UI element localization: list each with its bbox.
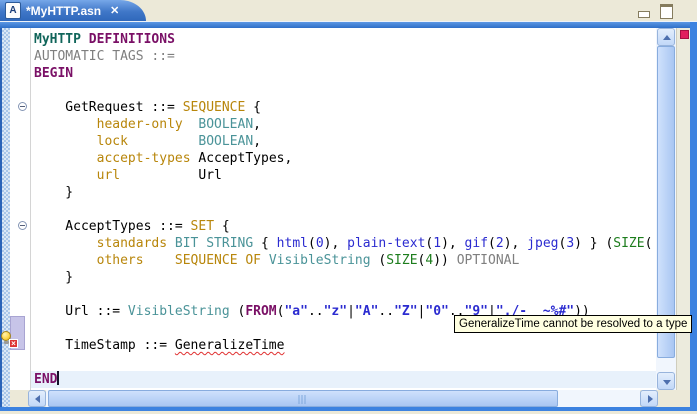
code-line: url Url <box>96 168 222 183</box>
code-line: accept-types AcceptTypes, <box>96 151 293 166</box>
code-line: } <box>34 270 74 285</box>
tab-curve-decoration <box>118 0 146 21</box>
horizontal-scrollbar[interactable] <box>10 390 690 407</box>
code-line: GetRequest ::= SEQUENCE { <box>34 100 261 115</box>
error-x-icon: × <box>9 339 18 348</box>
scroll-up-icon <box>663 35 671 40</box>
bottom-frame-border <box>0 407 697 411</box>
text-caret <box>57 371 60 385</box>
code-line: AUTOMATIC TAGS ::= <box>34 49 175 64</box>
code-line: others SEQUENCE OF VisibleString (SIZE(4… <box>96 253 520 268</box>
vertical-scroll-thumb[interactable] <box>657 46 675 358</box>
fold-collapse-toggle[interactable] <box>18 102 27 111</box>
code-line: header-only BOOLEAN, <box>96 117 261 132</box>
code-line: MyHTTP DEFINITIONS <box>34 32 175 47</box>
code-line: } <box>34 185 74 200</box>
minimize-icon[interactable] <box>638 11 650 18</box>
error-summary-marker[interactable] <box>680 30 689 39</box>
scroll-left-icon <box>35 395 40 403</box>
left-frame-texture <box>0 28 10 407</box>
code-line: lock BOOLEAN, <box>96 134 262 149</box>
vertical-scrollbar[interactable] <box>656 28 676 390</box>
overview-ruler[interactable] <box>676 28 690 390</box>
tab-title: *MyHTTP.asn <box>26 3 102 18</box>
scroll-left-button[interactable] <box>28 390 46 407</box>
code-text: MyHTTP DEFINITIONSAUTOMATIC TAGS ::=BEGI… <box>31 31 656 388</box>
code-line: TimeStamp ::= GeneralizeTime <box>34 338 285 353</box>
editor-window: A *MyHTTP.asn ✕ × MyHTTP DEFINITIONS AUTO… <box>0 0 697 414</box>
scroll-down-button[interactable] <box>657 372 675 390</box>
error-quickfix-icon[interactable]: × <box>1 331 18 348</box>
current-code-line: END <box>31 371 656 388</box>
thumb-grip <box>298 395 308 404</box>
tab-bar: A *MyHTTP.asn ✕ <box>0 0 697 21</box>
code-editor[interactable]: MyHTTP DEFINITIONSAUTOMATIC TAGS ::=BEGI… <box>31 28 656 390</box>
maximize-icon[interactable] <box>660 4 673 19</box>
scroll-up-button[interactable] <box>657 28 675 46</box>
scroll-right-icon <box>648 395 653 403</box>
scroll-right-button[interactable] <box>640 390 658 407</box>
error-tooltip: GeneralizeTime cannot be resolved to a t… <box>454 315 693 333</box>
tab-bottom-band <box>0 21 697 28</box>
code-line: BEGIN <box>34 66 74 81</box>
fold-collapse-toggle[interactable] <box>18 221 27 230</box>
horizontal-scroll-thumb[interactable] <box>48 390 558 407</box>
code-line: AcceptTypes ::= SET { <box>34 219 230 234</box>
code-line: standards BIT STRING { html(0), plain-te… <box>96 236 653 251</box>
right-frame-border <box>690 22 697 411</box>
asn-file-icon: A <box>5 2 21 19</box>
tab-myhttp-asn[interactable]: A *MyHTTP.asn ✕ <box>0 0 119 21</box>
scroll-down-icon <box>663 380 671 385</box>
unresolved-type-error-text: GeneralizeTime <box>174 338 285 353</box>
